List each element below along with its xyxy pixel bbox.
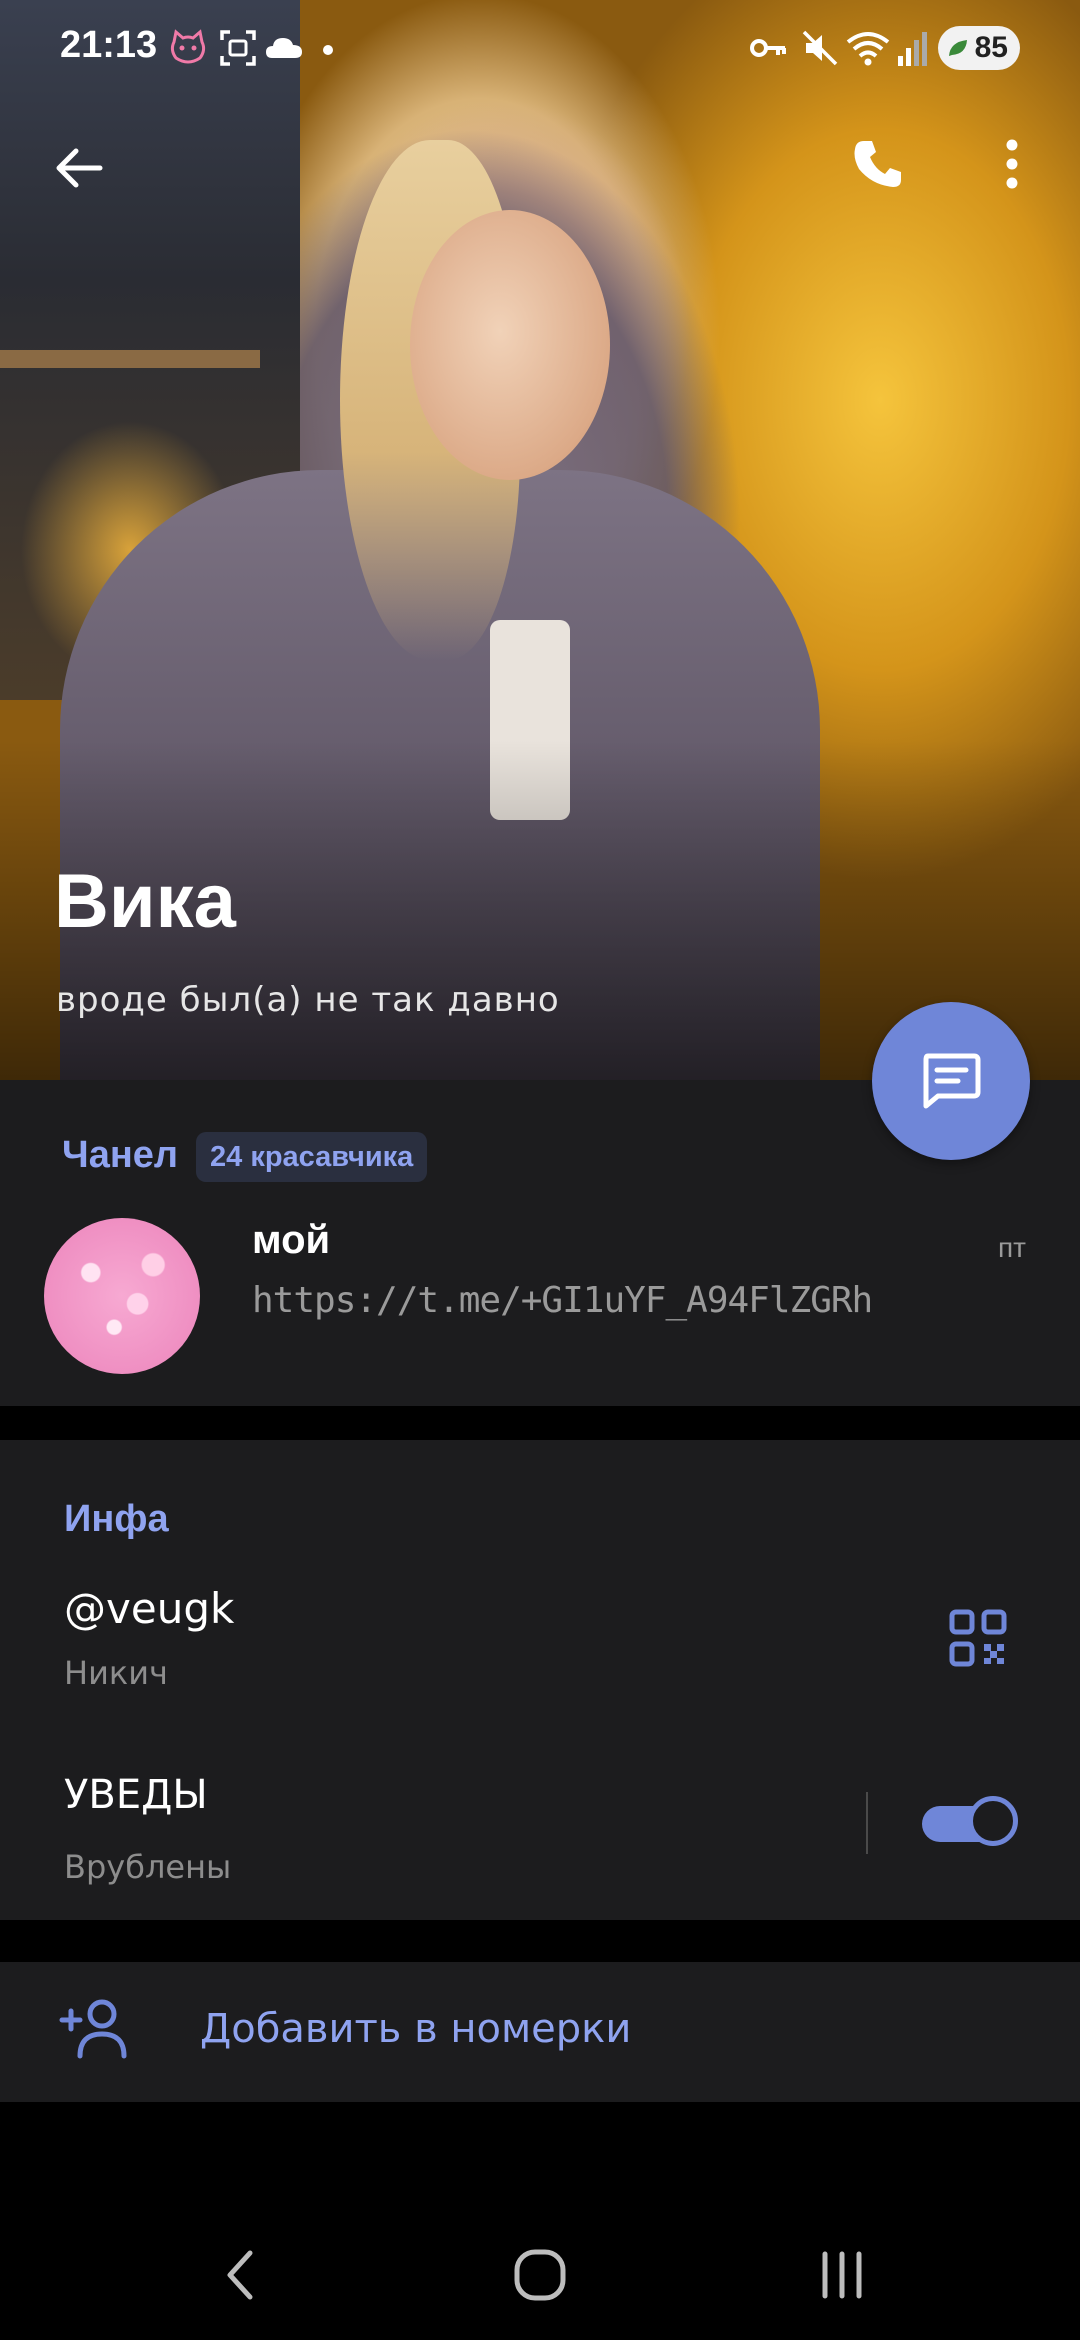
screenshot-icon bbox=[220, 30, 256, 66]
add-person-icon bbox=[59, 1999, 127, 2059]
signal-icon bbox=[898, 32, 927, 66]
chat-bubble-icon bbox=[923, 1053, 981, 1109]
message-fab[interactable] bbox=[872, 1002, 1030, 1160]
wifi-icon bbox=[846, 32, 890, 66]
nav-back-button[interactable] bbox=[200, 2240, 280, 2310]
channel-link: https://t.me/+GI1uYF_A94FlZGRh bbox=[252, 1280, 873, 1321]
notifications-caption: Врублены bbox=[64, 1848, 232, 1886]
channel-section-title: Чанел bbox=[62, 1134, 179, 1176]
window-frame bbox=[0, 350, 260, 368]
dot-icon bbox=[323, 45, 333, 55]
toggle-knob bbox=[968, 1796, 1018, 1846]
subscribers-count: 24 красавчика bbox=[210, 1140, 414, 1173]
arrow-back-icon bbox=[56, 148, 103, 188]
notifications-toggle[interactable] bbox=[922, 1796, 1018, 1850]
photo-face bbox=[410, 210, 610, 480]
status-time: 21:13 bbox=[60, 24, 158, 66]
more-vert-icon bbox=[1006, 139, 1018, 189]
notifications-title: УВЕДЫ bbox=[64, 1772, 208, 1818]
status-bar: 21:13 85 bbox=[0, 0, 1080, 100]
channel-avatar bbox=[44, 1218, 200, 1374]
last-seen-status: вроде был(а) не так давно bbox=[56, 980, 560, 1020]
subscribers-badge: 24 красавчика bbox=[196, 1132, 428, 1182]
username-caption: Никич bbox=[64, 1654, 168, 1692]
nav-back-icon bbox=[227, 2250, 253, 2300]
channel-name: мой bbox=[252, 1218, 331, 1262]
username: @veugk bbox=[64, 1584, 235, 1633]
channel-time: пт bbox=[998, 1232, 1026, 1263]
notifications-divider bbox=[866, 1792, 868, 1854]
nav-home-icon bbox=[514, 2249, 566, 2301]
battery-level: 85 bbox=[974, 31, 1008, 64]
nav-recents-icon bbox=[822, 2251, 862, 2299]
back-button[interactable] bbox=[38, 128, 118, 208]
profile-name: Вика bbox=[54, 859, 236, 944]
add-contact-label: Добавить в номерки bbox=[200, 2006, 632, 2052]
battery-icon: 85 bbox=[938, 26, 1020, 70]
mute-icon bbox=[802, 30, 838, 66]
more-options-button[interactable] bbox=[982, 124, 1042, 204]
nav-home-button[interactable] bbox=[500, 2240, 580, 2310]
vpn-key-icon bbox=[750, 39, 786, 57]
qr-code-icon[interactable] bbox=[948, 1608, 1008, 1668]
cat-emoji-icon bbox=[170, 29, 206, 64]
info-section-title: Инфа bbox=[64, 1498, 169, 1540]
cloud-icon bbox=[266, 38, 302, 58]
system-nav-bar bbox=[0, 2200, 1080, 2340]
call-button[interactable] bbox=[838, 124, 918, 204]
leaf-icon bbox=[949, 40, 967, 56]
phone-icon bbox=[854, 141, 901, 187]
nav-recents-button[interactable] bbox=[802, 2240, 882, 2310]
